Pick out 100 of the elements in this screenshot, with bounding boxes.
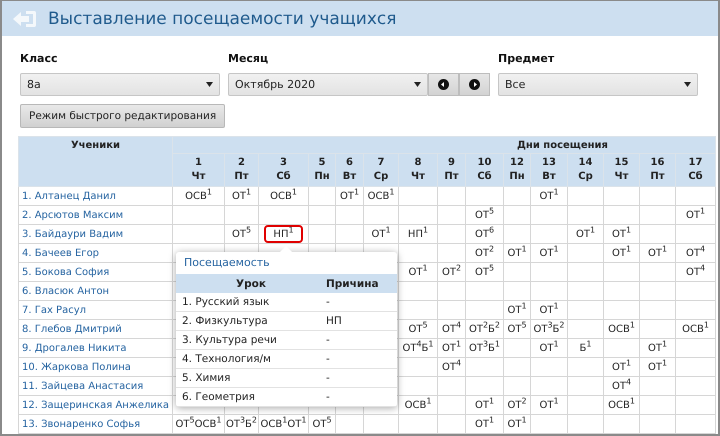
table-cell[interactable]: ОТ$^{1}$ <box>398 262 438 282</box>
arrow-left-icon <box>438 79 449 90</box>
table-cell[interactable]: ОТ$^{2}$Б$^{2}$ <box>466 320 504 338</box>
student-link[interactable]: 9. Дрогалев Никита <box>18 338 172 358</box>
table-cell[interactable]: ОТ$^{4}$ <box>604 376 640 396</box>
table-cell[interactable]: ОТ$^{1}$ <box>530 338 568 358</box>
table-cell[interactable]: ОСВ$^{1}$ОТ$^{1}$ <box>258 414 308 434</box>
day-header: 5 Пн <box>308 154 336 186</box>
day-header: 10 Сб <box>466 154 504 186</box>
table-cell[interactable]: ОТ$^{1}$ <box>530 244 568 262</box>
table-cell[interactable]: ОТ$^{3}$Б$^{1}$ <box>466 338 504 358</box>
table-cell[interactable]: ОТ$^{4}$Б$^{1}$ <box>398 338 438 358</box>
table-cell[interactable]: ОТ$^{4}$ <box>676 262 716 282</box>
lesson-name: 4. Технология/м <box>181 353 272 365</box>
day-header: 9 Пт <box>438 154 466 186</box>
day-header: 13 Вт <box>530 154 568 186</box>
table-cell[interactable]: ОТ$^{1}$ <box>504 414 530 434</box>
absence-reason: - <box>326 296 331 308</box>
table-cell[interactable]: ОСВ$^{1}$ <box>604 396 640 414</box>
table-cell[interactable]: ОТ$^{5}$ <box>308 414 336 434</box>
caret-icon <box>206 82 213 87</box>
day-header: 2 Пт <box>224 154 258 186</box>
student-link[interactable]: 11. Зайцева Анастасия <box>18 376 172 396</box>
lesson-name: 3. Культура речи <box>181 334 278 346</box>
student-link[interactable]: 10. Жаркова Полина <box>18 358 172 376</box>
day-header: 17 Сб <box>676 154 716 186</box>
caret-icon <box>684 82 691 87</box>
day-header: 14 Ср <box>568 154 604 186</box>
student-link[interactable]: 5. Бокова София <box>18 262 172 282</box>
table-cell[interactable]: ОТ$^{5}$ <box>466 206 504 224</box>
day-header: 8 Чт <box>398 154 438 186</box>
table-cell[interactable]: ОТ$^{1}$ <box>504 300 530 320</box>
table-cell[interactable]: Б$^{1}$ <box>568 338 604 358</box>
lesson-name: 2. Физкультура <box>181 315 269 327</box>
student-link[interactable]: 7. Гах Расул <box>18 300 172 320</box>
table-cell[interactable]: ОТ$^{2}$ <box>466 244 504 262</box>
arrow-right-icon <box>469 79 480 90</box>
table-cell[interactable]: ОТ$^{3}$Б$^{2}$ <box>530 320 568 338</box>
table-cell[interactable]: ОТ$^{1}$ <box>530 396 568 414</box>
table-cell[interactable]: ОСВ$^{1}$ <box>172 186 224 206</box>
field-label: Месяц <box>228 52 270 65</box>
student-link[interactable]: 2. Арсютов Максим <box>18 206 172 224</box>
table-cell[interactable]: ОТ$^{4}$ <box>438 320 466 338</box>
table-cell[interactable]: ОТ$^{2}$ <box>438 262 466 282</box>
popup-title[interactable]: Посещаемость <box>184 256 270 269</box>
table-cell[interactable]: ОТ$^{1}$ <box>224 186 258 206</box>
table-cell[interactable]: ОТ$^{1}$ <box>568 224 604 244</box>
lesson-name: 6. Геометрия <box>181 391 256 403</box>
student-link[interactable]: 1. Алтанец Данил <box>18 186 172 206</box>
table-cell[interactable]: ОТ$^{3}$Б$^{2}$ <box>224 414 258 434</box>
student-link[interactable]: 3. Байдаури Вадим <box>18 224 172 244</box>
table-cell[interactable]: ОТ$^{1}$ <box>364 224 398 244</box>
absence-reason: - <box>326 334 331 346</box>
table-cell[interactable]: ОСВ$^{1}$ <box>676 320 716 338</box>
day-header: 1 Чт <box>172 154 224 186</box>
table-cell[interactable]: ОТ$^{4}$ <box>438 358 466 376</box>
table-cell[interactable]: ОТ$^{1}$ <box>336 186 364 206</box>
quick-edit-button[interactable]: Режим быстрого редактирования <box>20 104 226 128</box>
student-link[interactable]: 4. Бачеев Егор <box>18 244 172 262</box>
table-cell[interactable]: ОСВ$^{1}$ <box>398 396 438 414</box>
table-cell[interactable]: НП$^{1}$ <box>398 224 438 244</box>
table-cell[interactable]: ОСВ$^{1}$ <box>604 320 640 338</box>
table-cell[interactable]: ОТ$^{1}$ <box>438 338 466 358</box>
student-link[interactable]: 8. Глебов Дмитрий <box>18 320 172 338</box>
absence-reason: - <box>326 372 331 384</box>
table-cell[interactable]: ОТ$^{1}$ <box>530 186 568 206</box>
column-header: Урок <box>235 278 267 290</box>
student-link[interactable]: 12. Защеринская Анжелика <box>18 396 172 414</box>
table-cell[interactable]: ОТ$^{5}$ <box>398 320 438 338</box>
table-cell[interactable]: ОТ$^{5}$ <box>504 320 530 338</box>
table-cell[interactable]: ОТ$^{1}$ <box>504 244 530 262</box>
previous-button[interactable] <box>428 73 459 96</box>
table-cell[interactable]: ОТ$^{1}$ <box>640 338 676 358</box>
next-button[interactable] <box>459 73 490 96</box>
table-cell[interactable]: ОТ$^{1}$ <box>604 358 640 376</box>
dropdown[interactable]: 8а <box>20 73 220 96</box>
table-cell[interactable]: ОТ$^{1}$ <box>466 396 504 414</box>
table-cell[interactable]: ОТ$^{1}$ <box>530 300 568 320</box>
table-cell[interactable]: ОТ$^{1}$ <box>466 414 504 434</box>
student-link[interactable]: 6. Власюк Антон <box>18 282 172 300</box>
table-cell[interactable]: ОТ$^{5}$ОСВ$^{1}$ <box>172 414 224 434</box>
table-cell[interactable]: НП$^{1}$ <box>264 225 303 243</box>
table-cell[interactable]: ОТ$^{1}$ <box>640 244 676 262</box>
dropdown[interactable]: Октябрь 2020 <box>228 73 428 96</box>
table-cell[interactable]: ОСВ$^{1}$ <box>364 186 398 206</box>
day-header: 6 Вт <box>336 154 364 186</box>
table-cell[interactable]: ОТ$^{5}$ <box>224 224 258 244</box>
table-cell[interactable]: ОТ$^{4}$ <box>676 244 716 262</box>
student-link[interactable]: 13. Звонаренко Софья <box>18 414 172 434</box>
table-cell[interactable]: ОТ$^{6}$ <box>466 224 504 244</box>
field-label: Предмет <box>498 52 556 65</box>
table-cell[interactable]: ОТ$^{2}$ <box>504 396 530 414</box>
table-cell[interactable]: ОТ$^{5}$ <box>466 262 504 282</box>
table-cell[interactable]: ОТ$^{1}$ <box>640 358 676 376</box>
table-cell[interactable]: ОТ$^{1}$ <box>604 224 640 244</box>
table-cell[interactable]: ОСВ$^{1}$ <box>258 186 308 206</box>
table-cell[interactable]: ОТ$^{1}$ <box>604 244 640 262</box>
table-cell[interactable]: ОТ$^{1}$ <box>676 206 716 224</box>
column-header: Ученики <box>18 136 172 186</box>
dropdown[interactable]: Все <box>498 73 698 96</box>
